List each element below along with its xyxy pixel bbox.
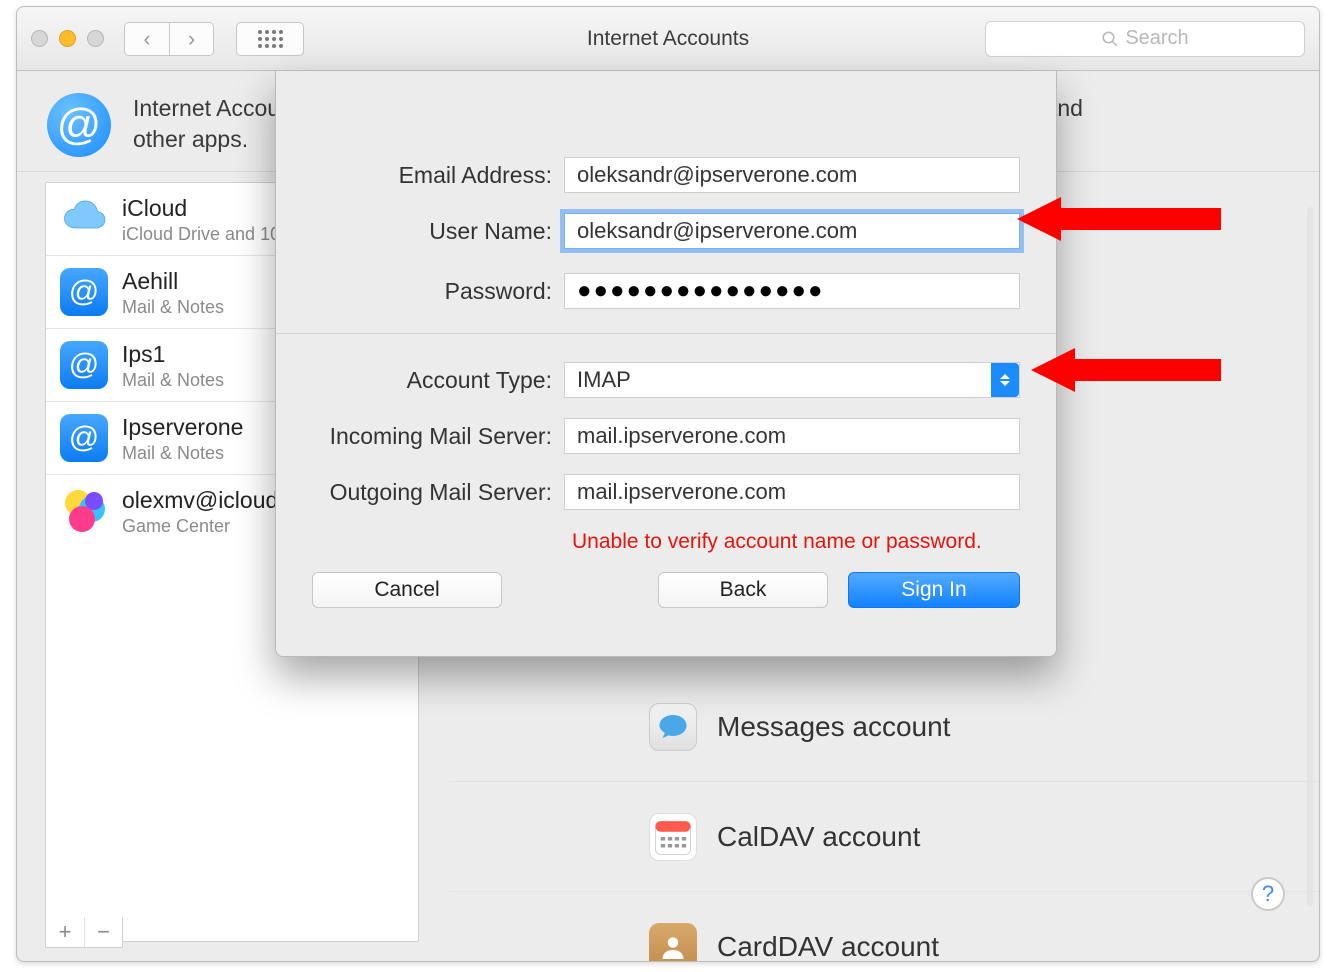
add-account-button[interactable]: + [46,917,84,947]
username-input[interactable] [564,213,1020,249]
sidebar-item-title: Ips1 [122,341,224,368]
back-nav-button[interactable]: ‹ [125,23,169,55]
traffic-lights [31,30,104,47]
account-type-label: Account Type: [312,367,552,394]
remove-account-button[interactable]: − [84,917,122,947]
email-input[interactable] [564,157,1020,193]
provider-carddav[interactable]: CardDAV account [449,892,1320,962]
contacts-icon [649,923,697,962]
add-account-sheet: Email Address: User Name: Password: ●●●●… [275,71,1057,657]
internet-accounts-icon: @ [47,93,111,157]
outgoing-label: Outgoing Mail Server: [312,479,552,506]
header-line2: other apps. [133,126,248,152]
username-label: User Name: [312,218,552,245]
account-type-value: IMAP [577,367,631,393]
sidebar-item-title: Ipserverone [122,414,243,441]
search-field[interactable]: Search [985,21,1305,57]
password-label: Password: [312,278,552,305]
search-placeholder: Search [1125,27,1188,50]
at-icon: @ [60,341,108,389]
provider-label: CalDAV account [717,821,920,853]
provider-messages[interactable]: Messages account [449,672,1320,782]
grid-icon [258,30,283,48]
scrollbar[interactable] [1307,207,1313,907]
gamecenter-icon [60,487,108,535]
messages-icon [649,703,697,751]
error-message: Unable to verify account name or passwor… [276,530,1056,554]
prefs-window: ‹ › Internet Accounts Search @ Internet … [16,6,1320,962]
annotation-arrow-username [1017,197,1221,241]
calendar-icon [649,813,697,861]
signin-button[interactable]: Sign In [848,572,1020,608]
provider-caldav[interactable]: CalDAV account [449,782,1320,892]
annotation-arrow-account-type [1031,348,1221,392]
password-input[interactable]: ●●●●●●●●●●●●●●● [564,273,1020,309]
form-divider [276,333,1056,334]
sidebar-footer: + − [45,917,123,948]
sidebar-item-subtitle: Mail & Notes [122,370,224,391]
sidebar-item-subtitle: Mail & Notes [122,297,224,318]
zoom-window-button[interactable] [87,30,104,47]
close-window-button[interactable] [31,30,48,47]
at-icon: @ [60,414,108,462]
minimize-window-button[interactable] [59,30,76,47]
sidebar-item-title: Aehill [122,268,224,295]
back-button[interactable]: Back [658,572,828,608]
nav-segment: ‹ › [124,22,214,56]
provider-label: CardDAV account [717,931,939,962]
incoming-server-input[interactable] [564,418,1020,454]
account-type-select[interactable]: IMAP [564,362,1020,398]
outgoing-server-input[interactable] [564,474,1020,510]
chevron-updown-icon [991,363,1019,397]
provider-label: Messages account [717,711,950,743]
incoming-label: Incoming Mail Server: [312,423,552,450]
button-row: Cancel Back Sign In [276,554,1056,608]
provider-list: Messages account CalDAV account CardDAV … [449,672,1320,962]
sidebar-item-subtitle: Mail & Notes [122,443,243,464]
help-button[interactable]: ? [1251,877,1285,911]
email-label: Email Address: [312,162,552,189]
at-icon: @ [60,268,108,316]
cancel-button[interactable]: Cancel [312,572,502,608]
titlebar: ‹ › Internet Accounts Search [17,7,1319,71]
search-icon [1101,30,1119,48]
icloud-icon [60,195,108,243]
forward-nav-button[interactable]: › [169,23,213,55]
show-all-button[interactable] [236,22,304,56]
